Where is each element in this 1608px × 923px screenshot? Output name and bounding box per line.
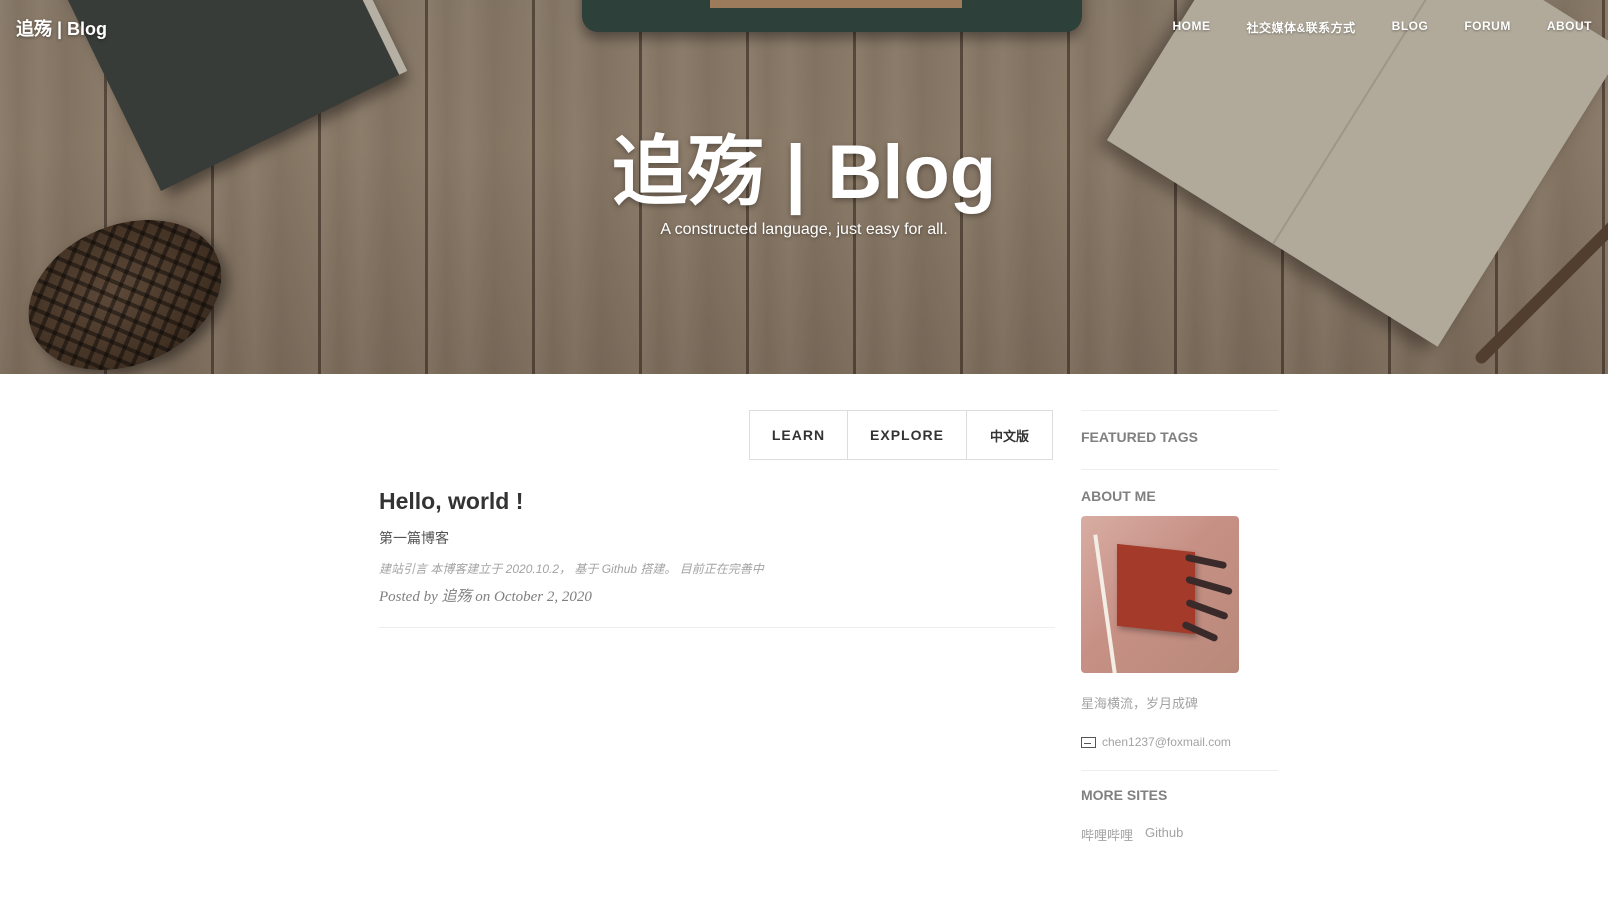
explore-button[interactable]: EXPLORE	[848, 411, 967, 459]
site-title: 追殇 | Blog	[611, 130, 997, 215]
email-row[interactable]: chen1237@foxmail.com	[1081, 735, 1278, 749]
nav-about[interactable]: ABOUT	[1547, 19, 1592, 36]
more-sites-heading: MORE SITES	[1081, 787, 1168, 803]
nav-home[interactable]: HOME	[1172, 19, 1210, 36]
post-divider	[379, 627, 1055, 628]
mail-icon	[1081, 736, 1096, 748]
post-subtitle: 第一篇博客	[379, 530, 449, 546]
nav-forum[interactable]: FORUM	[1464, 19, 1511, 36]
nav-social-contact[interactable]: 社交媒体&联系方式	[1246, 19, 1355, 36]
email-address[interactable]: chen1237@foxmail.com	[1102, 735, 1231, 749]
post-preview[interactable]: Hello, world ! 第一篇博客 建站引言 本博客建立于 2020.10…	[379, 486, 1055, 606]
site-link-bilibili[interactable]: 哔哩哔哩	[1081, 825, 1133, 844]
sidebar-divider	[1081, 469, 1278, 470]
sidebar-divider	[1081, 410, 1278, 411]
learn-button[interactable]: LEARN	[750, 411, 848, 459]
chinese-version-button[interactable]: 中文版	[967, 411, 1052, 459]
more-sites-list: 哔哩哔哩 Github	[1081, 825, 1278, 844]
sidebar-divider	[1081, 770, 1278, 771]
featured-tags-heading: FEATURED TAGS	[1081, 429, 1198, 445]
about-me-heading: ABOUT ME	[1081, 488, 1156, 504]
about-motto: 星海横流，岁月成碑	[1081, 696, 1199, 711]
site-subtitle: A constructed language, just easy for al…	[660, 221, 948, 238]
nav-blog[interactable]: BLOG	[1392, 19, 1429, 36]
top-nav: HOME 社交媒体&联系方式 BLOG FORUM ABOUT	[1136, 19, 1592, 36]
site-link-github[interactable]: Github	[1145, 825, 1183, 844]
sidebar: FEATURED TAGS ABOUT ME 星海横流，岁月成碑 chen123…	[1081, 410, 1278, 844]
avatar	[1081, 516, 1239, 673]
post-title[interactable]: Hello, world !	[379, 486, 1055, 516]
catalog-toggle: LEARN EXPLORE 中文版	[749, 410, 1053, 460]
site-brand-link[interactable]: 追殇 | Blog	[16, 15, 107, 41]
post-excerpt: 建站引言 本博客建立于 2020.10.2， 基于 Github 搭建。 目前正…	[379, 562, 764, 576]
header-banner: 追殇 | Blog HOME 社交媒体&联系方式 BLOG FORUM ABOU…	[0, 0, 1608, 374]
post-meta: Posted by 追殇 on October 2, 2020	[379, 589, 592, 605]
